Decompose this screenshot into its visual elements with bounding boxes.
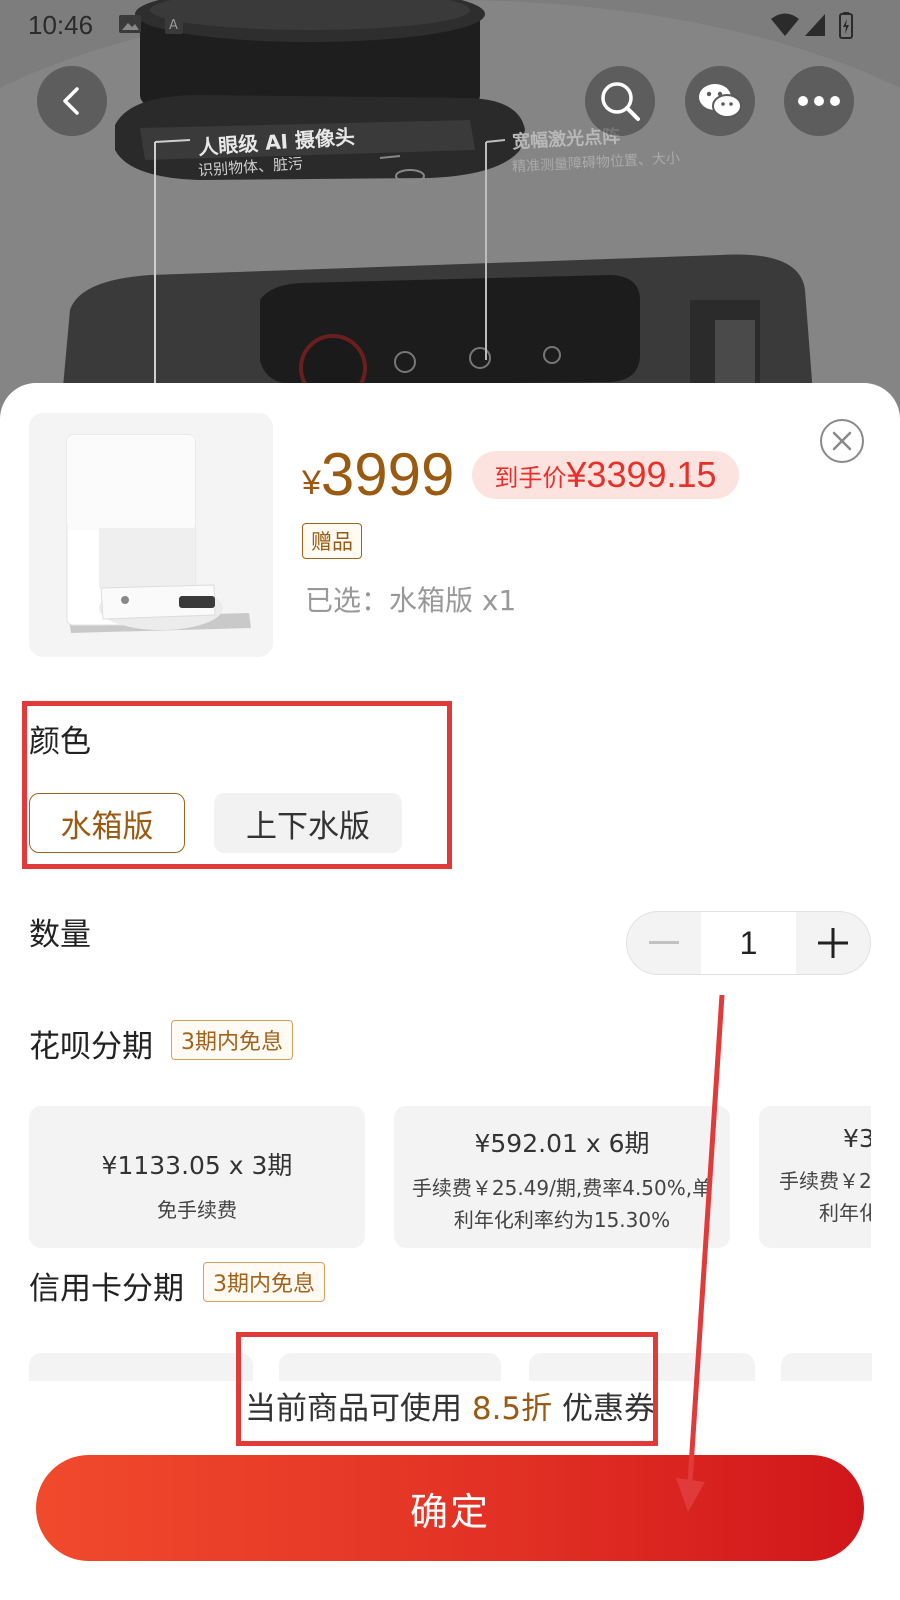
sku-selection-sheet: ¥ 3999 到手价 ¥3399.15 赠品 已选：水箱版 x1 颜色 水箱版 … <box>0 383 900 1600</box>
robot-vacuum-station-image <box>29 413 273 657</box>
currency-symbol: ¥ <box>302 463 321 502</box>
interest-free-badge: 3期内免息 <box>171 1020 293 1060</box>
credit-plan-card[interactable] <box>529 1353 755 1381</box>
wifi-icon <box>771 13 799 36</box>
wechat-icon <box>699 84 742 118</box>
gift-tag[interactable]: 赠品 <box>302 523 362 559</box>
credit-card-plans-row <box>29 1353 872 1381</box>
minus-icon <box>649 941 679 944</box>
search-button[interactable] <box>585 66 655 136</box>
final-price-badge: 到手价 ¥3399.15 <box>472 451 739 499</box>
selected-sku-text: 已选：水箱版 x1 <box>305 584 517 617</box>
plan-fee: 手续费￥2 <box>779 1169 871 1193</box>
installment-plan-3[interactable]: ¥1133.05 x 3期 免手续费 <box>29 1106 365 1248</box>
close-button[interactable] <box>820 419 864 463</box>
plan-amount: ¥3 <box>843 1124 871 1153</box>
product-price: 3999 <box>320 441 455 508</box>
increase-button[interactable] <box>796 912 870 974</box>
installment-plan-12[interactable]: ¥3 手续费￥2 利年化 <box>759 1106 871 1248</box>
more-icon <box>798 96 840 106</box>
option-plumbed[interactable]: 上下水版 <box>214 793 402 853</box>
plan-clip: ¥3 手续费￥2 利年化 <box>759 1106 871 1248</box>
credit-plan-card[interactable] <box>781 1353 872 1381</box>
interest-free-badge: 3期内免息 <box>203 1262 325 1302</box>
plan-fee: 手续费￥25.49/期,费率4.50%,单 <box>411 1176 713 1200</box>
robot-vacuum-photo <box>0 0 900 420</box>
back-icon <box>63 87 79 115</box>
status-time: 10:46 <box>28 10 94 40</box>
credit-card-section-title: 信用卡分期 <box>29 1271 184 1307</box>
plus-icon <box>818 928 848 958</box>
notification-a-icon: A <box>165 14 183 34</box>
image-icon <box>119 15 141 33</box>
color-section-title: 颜色 <box>29 724 91 760</box>
coupon-prefix: 当前商品可使用 <box>244 1391 472 1427</box>
installment-plan-6[interactable]: ¥592.01 x 6期 手续费￥25.49/期,费率4.50%,单 利年化利率… <box>394 1106 730 1248</box>
more-button[interactable] <box>784 66 854 136</box>
quantity-stepper: 1 <box>626 911 871 975</box>
product-hero-image: 人眼级 AI 摄像头 识别物体、脏污 宽幅激光点阵 精准测量障碍物位置、大小 <box>0 0 900 420</box>
product-thumbnail <box>29 413 273 657</box>
plan-amount: ¥592.01 x 6期 <box>474 1129 650 1158</box>
close-icon <box>832 431 852 451</box>
final-price-value: ¥3399.15 <box>566 454 717 495</box>
price-row: ¥ 3999 到手价 ¥3399.15 <box>302 445 739 505</box>
huabei-section-title: 花呗分期 <box>29 1029 153 1065</box>
decrease-button[interactable] <box>627 912 701 974</box>
coupon-discount: 8.5折 <box>471 1391 553 1427</box>
plan-rate: 利年化利率约为15.30% <box>453 1208 671 1232</box>
battery-icon <box>839 12 853 39</box>
back-button[interactable] <box>37 66 107 136</box>
search-icon <box>601 82 640 121</box>
final-price-label: 到手价 <box>494 463 567 492</box>
quantity-label: 数量 <box>29 917 91 953</box>
svg-text:A: A <box>169 18 178 33</box>
credit-plan-card[interactable] <box>279 1353 501 1381</box>
option-water-tank[interactable]: 水箱版 <box>29 793 185 853</box>
signal-icon <box>805 14 825 36</box>
coupon-suffix: 优惠券 <box>552 1391 656 1427</box>
quantity-value[interactable]: 1 <box>701 912 796 974</box>
wechat-share-button[interactable] <box>685 66 755 136</box>
plan-rate: 利年化 <box>819 1201 871 1225</box>
credit-plan-card[interactable] <box>29 1353 253 1381</box>
confirm-button[interactable]: 确定 <box>36 1455 864 1561</box>
coupon-hint[interactable]: 当前商品可使用 8.5折 优惠券 <box>0 1383 900 1428</box>
plan-amount: ¥1133.05 x 3期 <box>101 1151 293 1180</box>
status-bar: 10:46 A <box>0 0 900 50</box>
plan-fee: 免手续费 <box>157 1198 237 1222</box>
